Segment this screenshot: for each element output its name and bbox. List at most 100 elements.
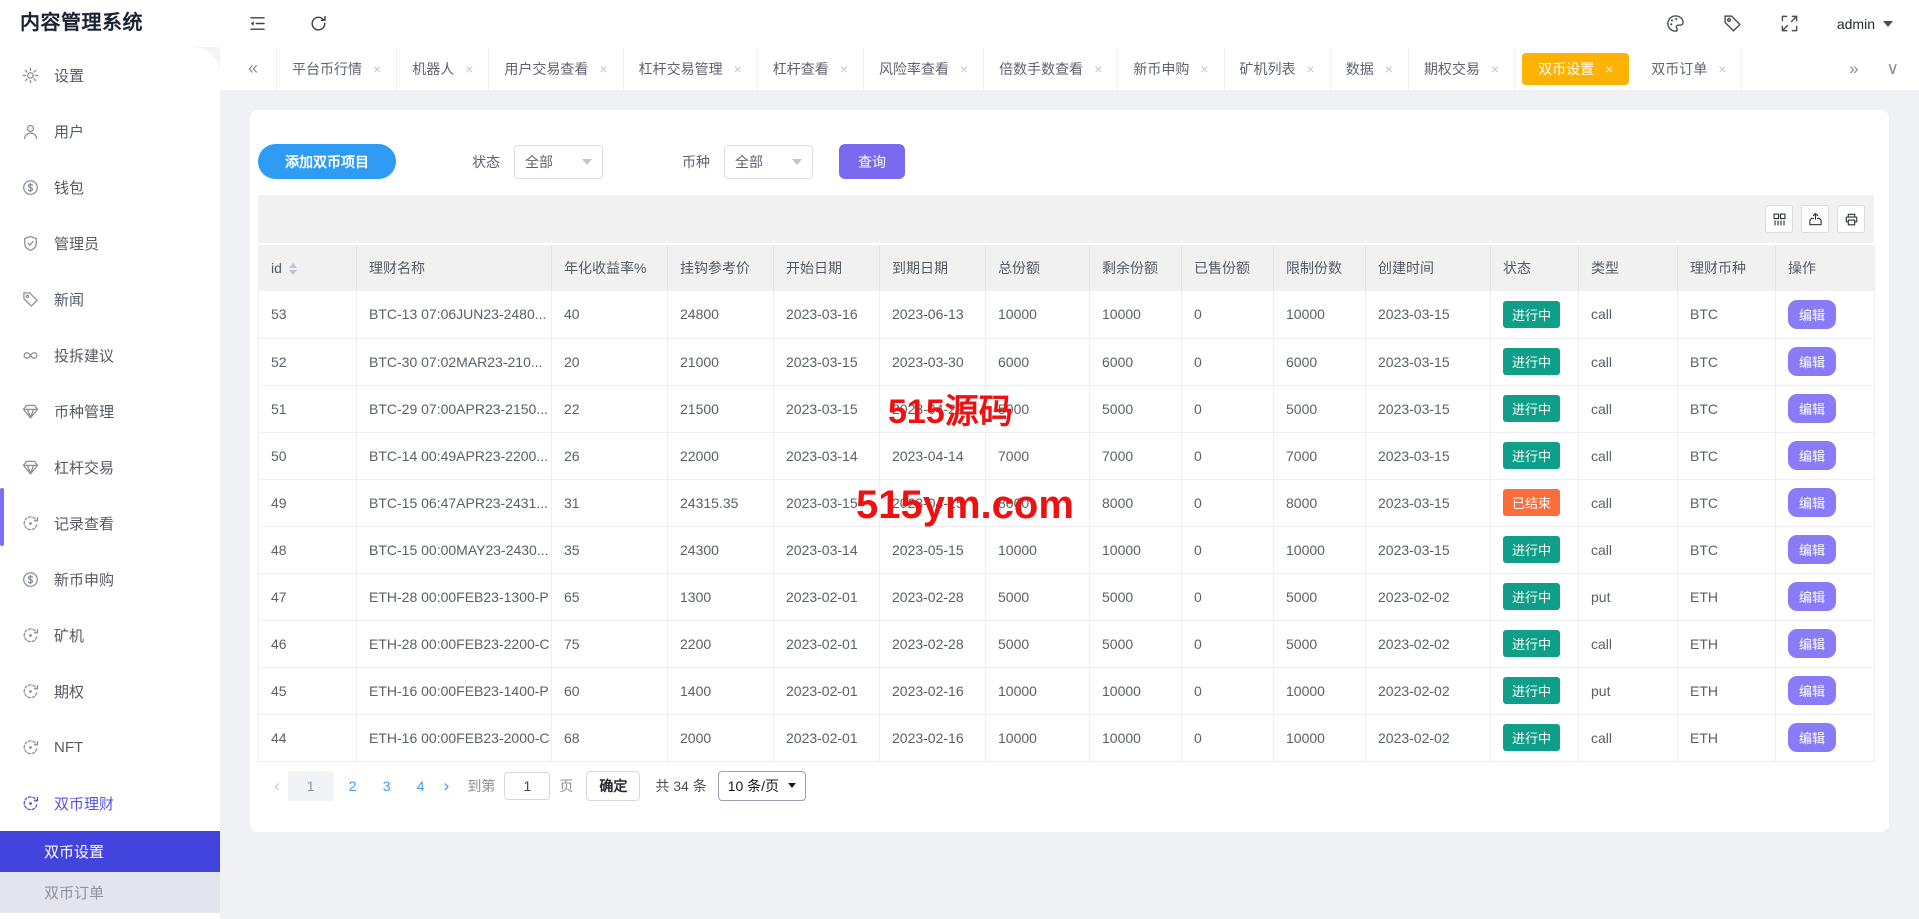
confirm-page-button[interactable]: 确定 [586,770,641,801]
cell-start: 2023-03-15 [773,385,880,433]
page-number-1[interactable]: 1 [287,770,334,801]
coin-select[interactable]: 全部 [724,144,813,179]
cell-action: 编辑 [1775,385,1875,433]
edit-button[interactable]: 编辑 [1788,347,1837,376]
sidebar-item-label: 新闻 [54,291,85,309]
collapse-sidebar-icon[interactable] [248,14,267,33]
sidebar-item-2[interactable]: 钱包 [0,159,220,215]
column-header-0[interactable]: id [258,245,357,291]
tab-item-1[interactable]: 机器人 × [397,47,490,90]
close-icon[interactable]: × [373,61,381,77]
chevrons-left-icon[interactable]: « [220,47,278,90]
next-page-icon[interactable]: › [436,776,458,796]
palette-icon[interactable] [1666,14,1685,33]
chevron-down-icon[interactable]: ∨ [1887,59,1899,79]
sidebar-item-3[interactable]: 管理员 [0,215,220,271]
edit-button[interactable]: 编辑 [1788,535,1837,564]
cell-ref: 24800 [667,291,774,339]
tab-item-5[interactable]: 风险率查看 × [864,47,985,90]
tab-item-3[interactable]: 杠杆交易管理 × [624,47,758,90]
page-number-2[interactable]: 2 [338,771,368,801]
cell-id: 47 [258,573,357,621]
cell-end: 2023-02-16 [879,667,986,715]
edit-button[interactable]: 编辑 [1788,299,1837,329]
export-icon[interactable] [1801,205,1829,233]
sort-icon[interactable] [288,263,297,276]
sidebar-subitem-0[interactable]: 双币设置 [0,831,220,872]
query-button[interactable]: 查询 [839,144,905,179]
infinity-icon [22,347,39,364]
sidebar-subitem-1[interactable]: 双币订单 [0,872,220,913]
sidebar-item-7[interactable]: 杠杆交易 [0,439,220,495]
sidebar-item-5[interactable]: 投拆建议 [0,327,220,383]
close-icon[interactable]: × [1605,61,1613,77]
sidebar-item-4[interactable]: 新闻 [0,271,220,327]
sidebar-item-0[interactable]: 设置 [0,47,220,103]
sidebar-scroll-indicator[interactable] [0,488,4,546]
sidebar-item-12[interactable]: NFT [0,719,220,775]
close-icon[interactable]: × [840,61,848,77]
close-icon[interactable]: × [1307,61,1315,77]
cell-created: 2023-03-15 [1365,479,1491,527]
cell-ref: 22000 [667,432,774,480]
tab-item-11[interactable]: 双币设置 × [1522,52,1630,85]
close-icon[interactable]: × [1718,61,1726,77]
edit-button[interactable]: 编辑 [1788,723,1837,752]
tab-item-0[interactable]: 平台币行情 × [277,47,398,90]
tab-item-8[interactable]: 矿机列表 × [1225,47,1331,90]
edit-button[interactable]: 编辑 [1788,441,1837,470]
close-icon[interactable]: × [1385,61,1393,77]
print-icon[interactable] [1837,205,1865,233]
page-number-3[interactable]: 3 [372,771,402,801]
sidebar-item-8[interactable]: 记录查看 [0,495,220,551]
table-row: 45 ETH-16 00:00FEB23-1400-P 60 1400 2023-02-… [258,667,1875,715]
page-number-4[interactable]: 4 [406,771,436,801]
edit-button[interactable]: 编辑 [1788,394,1837,423]
cell-id: 49 [258,479,357,527]
sidebar-item-label: 新币申购 [54,571,115,589]
sidebar-item-1[interactable]: 用户 [0,103,220,159]
edit-button[interactable]: 编辑 [1788,629,1837,658]
tab-item-4[interactable]: 杠杆查看 × [758,47,864,90]
user-menu[interactable]: admin [1837,16,1893,32]
tab-item-10[interactable]: 期权交易 × [1409,47,1516,90]
prev-page-icon[interactable]: ‹ [266,776,288,796]
cell-name: ETH-28 00:00FEB23-2200-C [356,620,552,668]
sidebar-item-13[interactable]: 双币理财 [0,775,220,831]
sidebar-item-10[interactable]: 矿机 [0,607,220,663]
columns-icon[interactable] [1765,205,1793,233]
edit-button[interactable]: 编辑 [1788,676,1837,705]
tab-item-9[interactable]: 数据 × [1331,47,1409,90]
tab-item-2[interactable]: 用户交易查看 × [489,47,624,90]
sidebar-item-11[interactable]: 期权 [0,663,220,719]
close-icon[interactable]: × [1094,61,1102,77]
tab-item-12[interactable]: 双币订单 × [1636,47,1743,90]
refresh-icon[interactable] [309,14,328,33]
close-icon[interactable]: × [1491,61,1499,77]
cell-ref: 2200 [667,620,774,668]
cell-type: call [1578,620,1678,668]
tab-item-6[interactable]: 倍数手数查看 × [984,47,1119,90]
cell-sold: 0 [1181,667,1274,715]
cell-created: 2023-03-15 [1365,385,1491,433]
chevrons-right-icon[interactable]: » [1849,59,1858,79]
close-icon[interactable]: × [734,61,742,77]
edit-button[interactable]: 编辑 [1788,488,1837,517]
page-size-select[interactable]: 10 条/页 [717,770,807,801]
cell-coin: ETH [1677,573,1776,621]
close-icon[interactable]: × [465,61,473,77]
close-icon[interactable]: × [960,61,968,77]
goto-page-input[interactable] [504,771,551,800]
sidebar-item-6[interactable]: 币种管理 [0,383,220,439]
sidebar-item-9[interactable]: 新币申购 [0,551,220,607]
cell-name: BTC-13 07:06JUN23-2480... [356,291,552,339]
cell-end: 2023-04-15 [879,479,986,527]
close-icon[interactable]: × [599,61,607,77]
edit-button[interactable]: 编辑 [1788,582,1837,611]
tag-icon[interactable] [1723,14,1742,33]
fullscreen-icon[interactable] [1780,14,1799,33]
status-select[interactable]: 全部 [514,144,603,179]
tab-item-7[interactable]: 新币申购 × [1118,47,1225,90]
add-dual-project-button[interactable]: 添加双币项目 [258,144,396,179]
close-icon[interactable]: × [1200,61,1208,77]
